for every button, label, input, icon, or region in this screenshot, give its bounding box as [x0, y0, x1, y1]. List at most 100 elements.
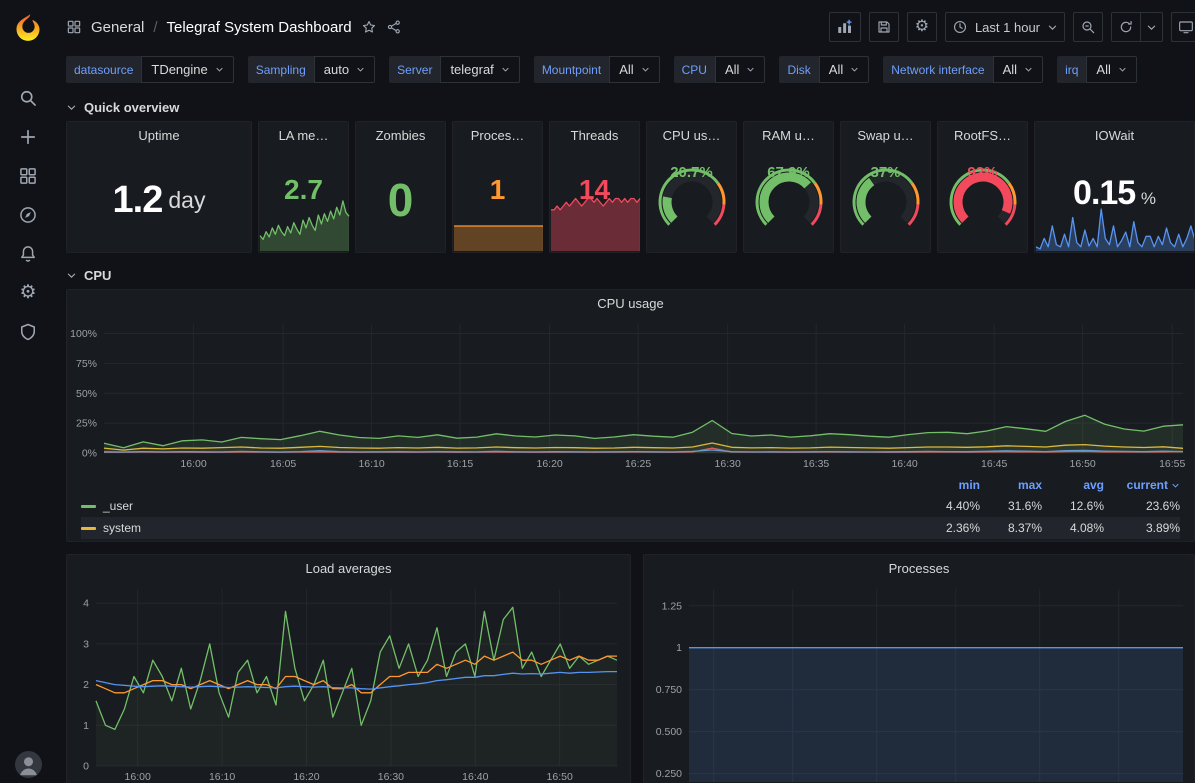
svg-text:16:00: 16:00 [180, 458, 206, 470]
legend-sort-current[interactable]: current [1104, 478, 1180, 492]
legend-sort-max[interactable]: max [980, 478, 1042, 492]
row-header-quick-overview[interactable]: Quick overview [66, 93, 1195, 121]
star-icon[interactable] [361, 19, 377, 35]
variable-value-dropdown[interactable]: auto [314, 56, 375, 83]
dashboards-icon[interactable] [18, 166, 38, 186]
stat-value: 0.15 % [1035, 174, 1194, 213]
variable-value-dropdown[interactable]: telegraf [440, 56, 519, 83]
svg-text:0.750: 0.750 [656, 684, 682, 696]
dashboard-settings-button[interactable]: ⚙ [907, 12, 937, 42]
panel-ram-used-gauge: RAM u… 67.9% [743, 121, 834, 253]
legend-series-toggle[interactable]: system [81, 521, 918, 535]
stat-value: 0 [356, 148, 445, 252]
panel-title[interactable]: Swap u… [841, 122, 930, 148]
panel-uptime: Uptime 1.2 day [66, 121, 252, 253]
processes-chart[interactable]: 1.2510.7500.5000.250 [647, 583, 1191, 783]
panel-title[interactable]: Zombies [356, 122, 445, 148]
svg-text:16:50: 16:50 [547, 771, 573, 783]
variable-value-dropdown[interactable]: TDengine [141, 56, 233, 83]
cycle-view-button[interactable] [1171, 12, 1195, 42]
panel-title[interactable]: CPU us… [647, 122, 736, 148]
variable-value: auto [324, 62, 349, 77]
variable-value-dropdown[interactable]: All [715, 56, 765, 83]
legend-sort-avg[interactable]: avg [1042, 478, 1104, 492]
dashboard-body: Quick overview Uptime 1.2 day LA me… 2.7 [56, 93, 1195, 783]
chevron-down-icon [1024, 65, 1033, 74]
chevron-down-icon [66, 102, 77, 113]
zoom-out-time-button[interactable] [1073, 12, 1103, 42]
grafana-app: ⚙ General / Telegraf System Dashboard ⚙ [0, 0, 1195, 783]
grafana-logo[interactable] [13, 12, 43, 42]
panel-processes: Processes 1.2510.7500.5000.250 [643, 554, 1195, 783]
monitor-icon [1178, 19, 1194, 35]
explore-icon[interactable] [18, 205, 38, 225]
svg-text:25%: 25% [76, 418, 97, 430]
legend-sort-min[interactable]: min [918, 478, 980, 492]
panel-title[interactable]: CPU usage [67, 290, 1194, 316]
panel-swap-used-gauge: Swap u… 37% [840, 121, 931, 253]
panel-title[interactable]: LA me… [259, 122, 348, 148]
panel-load-average: LA me… 2.7 [258, 121, 349, 253]
variable-value: TDengine [151, 62, 207, 77]
breadcrumb-section[interactable]: General [91, 19, 144, 36]
panel-rootfs-gauge: RootFS… 92% [937, 121, 1028, 253]
panel-zombies: Zombies 0 [355, 121, 446, 253]
variable-value-dropdown[interactable]: All [609, 56, 659, 83]
panel-title[interactable]: Load averages [67, 555, 630, 581]
variable-disk: Disk All [779, 56, 869, 83]
add-panel-button[interactable] [829, 12, 861, 42]
chevron-down-icon [215, 65, 224, 74]
variable-irq: irq All [1057, 56, 1137, 83]
panel-title[interactable]: Processes [644, 555, 1194, 581]
alerting-icon[interactable] [18, 244, 38, 264]
time-range-picker[interactable]: Last 1 hour [945, 12, 1065, 42]
variable-value: All [1096, 62, 1110, 77]
panel-title[interactable]: IOWait [1035, 122, 1194, 148]
row-header-cpu[interactable]: CPU [66, 261, 1195, 289]
chevron-down-icon [1118, 65, 1127, 74]
refresh-button[interactable] [1111, 12, 1141, 42]
chevron-down-icon [641, 65, 650, 74]
chevron-down-icon [1171, 481, 1180, 490]
configuration-icon[interactable]: ⚙ [18, 283, 38, 303]
variable-value: All [725, 62, 739, 77]
user-avatar[interactable] [15, 751, 42, 778]
variable-value-dropdown[interactable]: All [993, 56, 1043, 83]
svg-text:16:45: 16:45 [981, 458, 1007, 470]
stat-value: 14 [550, 174, 639, 206]
server-admin-icon[interactable] [18, 322, 38, 342]
variable-value: telegraf [450, 62, 493, 77]
save-dashboard-button[interactable] [869, 12, 899, 42]
variable-sampling: Sampling auto [248, 56, 375, 83]
legend-series-toggle[interactable]: _user [81, 499, 918, 513]
clock-icon [952, 19, 968, 35]
variable-value-dropdown[interactable]: All [1086, 56, 1136, 83]
gauge-value: 67.9% [744, 164, 833, 181]
svg-text:2: 2 [83, 679, 89, 691]
refresh-group [1111, 12, 1163, 42]
gauge-value: 37% [841, 164, 930, 181]
svg-text:16:20: 16:20 [293, 771, 319, 783]
legend-row-softirq: softirq 0.626% 4.11% 1.19% 1.24% [81, 539, 1180, 545]
refresh-interval-dropdown[interactable] [1141, 12, 1163, 42]
variable-network-interface: Network interface All [883, 56, 1043, 83]
cpu-usage-chart[interactable]: 0%25%50%75%100%16:0016:0516:1016:1516:20… [68, 318, 1193, 473]
panel-cpu-used-gauge: CPU us… 20.7% [646, 121, 737, 253]
stat-value: 1 [453, 174, 542, 206]
panel-title[interactable]: RAM u… [744, 122, 833, 148]
panel-title[interactable]: Uptime [67, 122, 251, 148]
panel-title[interactable]: Proces… [453, 122, 542, 148]
page-title[interactable]: Telegraf System Dashboard [167, 19, 352, 36]
svg-text:1: 1 [83, 720, 89, 732]
load-averages-chart[interactable]: 0123416:0016:1016:2016:3016:4016:50 [70, 583, 627, 783]
legend-series-toggle[interactable]: softirq [81, 543, 918, 545]
share-icon[interactable] [386, 19, 402, 35]
panel-title[interactable]: Threads [550, 122, 639, 148]
chevron-down-icon [1047, 22, 1058, 33]
create-icon[interactable] [18, 127, 38, 147]
row-title: CPU [84, 268, 111, 283]
search-icon[interactable] [18, 88, 38, 108]
variable-value-dropdown[interactable]: All [819, 56, 869, 83]
refresh-icon [1118, 19, 1134, 35]
panel-title[interactable]: RootFS… [938, 122, 1027, 148]
